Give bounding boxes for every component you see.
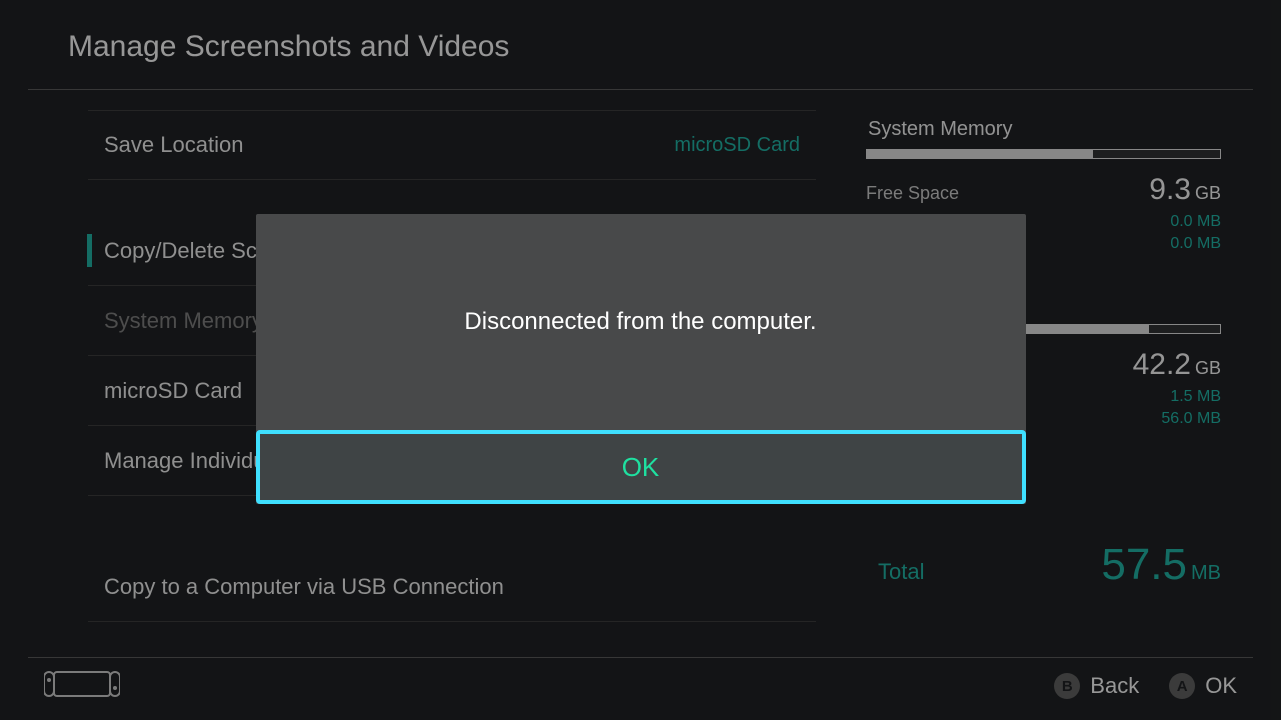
- modal-overlay: Disconnected from the computer. OK: [0, 0, 1281, 720]
- ok-button[interactable]: OK: [256, 430, 1026, 504]
- dialog-message: Disconnected from the computer.: [256, 214, 1026, 430]
- dialog: Disconnected from the computer. OK: [256, 214, 1026, 504]
- ok-button-label: OK: [622, 452, 660, 483]
